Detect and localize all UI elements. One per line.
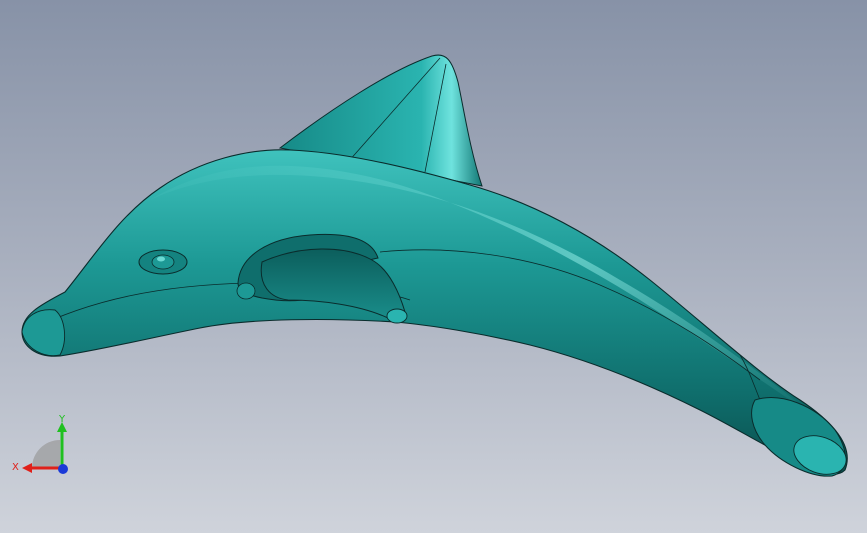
dolphin-model[interactable] [0,0,867,533]
triad-plane-icon [32,440,60,468]
dolphin-body [21,149,848,475]
graphics-viewport[interactable]: Y X [0,0,867,533]
orientation-triad: Y X [12,414,68,474]
x-axis-label: X [12,462,19,473]
z-axis-point [58,464,68,474]
y-axis-label: Y [58,414,66,425]
